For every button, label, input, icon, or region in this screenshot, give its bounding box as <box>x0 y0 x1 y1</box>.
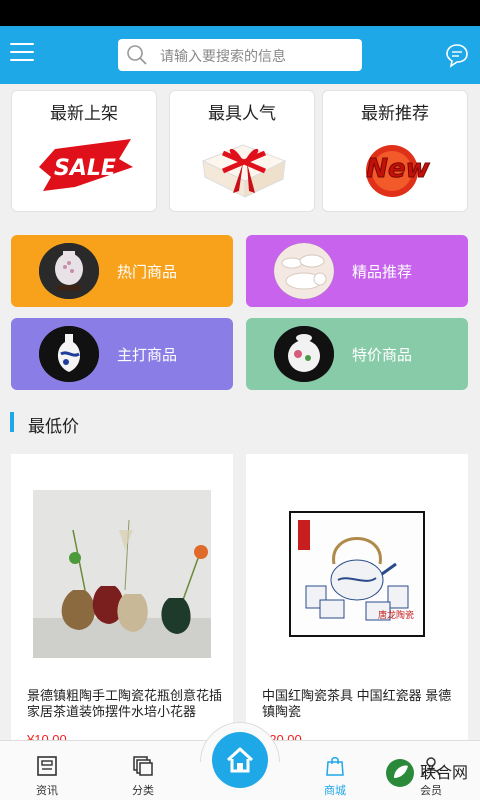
category-featured[interactable]: 主打商品 <box>11 318 233 390</box>
product-image: 唐龙陶瓷 <box>268 490 446 658</box>
tab-label: 商城 <box>324 785 346 797</box>
category-label: 精品推荐 <box>352 264 413 281</box>
category-icon <box>133 756 153 776</box>
category-label: 主打商品 <box>117 347 178 364</box>
watermark-text: 联合网 <box>420 763 468 782</box>
watermark-logo: 联合网 <box>384 756 474 790</box>
jar-thumbnail <box>274 326 334 382</box>
tab-category[interactable]: 分类 <box>108 741 178 800</box>
product-card[interactable]: 唐龙陶瓷 中国红陶瓷茶具 中国红瓷器 景德镇陶瓷 ¥20.00 <box>246 454 468 754</box>
svg-text:New: New <box>366 154 430 184</box>
tab-news[interactable]: 资讯 <box>12 741 82 800</box>
product-name: 景德镇粗陶手工陶瓷花瓶创意花插家居茶道装饰摆件水培小花器 <box>27 688 223 719</box>
gift-box-icon <box>201 144 287 198</box>
tab-shop[interactable]: 商城 <box>300 741 370 800</box>
tile-title: 最新上架 <box>50 104 118 123</box>
category-hot[interactable]: 热门商品 <box>11 235 233 307</box>
product-image <box>33 490 211 658</box>
category-label: 热门商品 <box>117 264 178 281</box>
svg-text:SALE: SALE <box>54 156 116 181</box>
home-button[interactable] <box>212 732 268 788</box>
section-accent-bar <box>10 412 14 432</box>
product-stamp-text: 唐龙陶瓷 <box>378 609 414 621</box>
shop-bag-icon <box>326 757 344 776</box>
vase-thumbnail <box>39 243 99 299</box>
search-input[interactable]: 请输入要搜索的信息 <box>118 39 362 71</box>
tile-title: 最新推荐 <box>361 104 429 123</box>
chat-icon[interactable] <box>444 42 470 68</box>
menu-icon[interactable] <box>10 43 34 65</box>
product-card[interactable]: 景德镇粗陶手工陶瓷花瓶创意花插家居茶道装饰摆件水培小花器 ¥10.00 <box>11 454 233 754</box>
category-discount[interactable]: 特价商品 <box>246 318 468 390</box>
sale-banner-icon: SALE <box>39 139 133 191</box>
tile-popular[interactable]: 最具人气 <box>169 90 315 212</box>
news-icon <box>37 756 57 776</box>
tab-label: 资讯 <box>36 785 58 797</box>
home-icon <box>226 747 254 773</box>
status-bar <box>0 0 480 26</box>
vase-thumbnail <box>39 326 99 382</box>
tile-recommend[interactable]: 最新推荐 New <box>322 90 468 212</box>
category-label: 特价商品 <box>352 347 413 364</box>
search-icon <box>127 45 147 65</box>
feature-tiles: 最新上架 SALE 最具人气 最新推荐 New <box>0 84 480 220</box>
tab-label: 分类 <box>132 785 154 797</box>
category-selected[interactable]: 精品推荐 <box>246 235 468 307</box>
product-name: 中国红陶瓷茶具 中国红瓷器 景德镇陶瓷 <box>262 688 452 719</box>
tile-title: 最具人气 <box>208 104 276 123</box>
app-header: 请输入要搜索的信息 <box>0 26 480 84</box>
tableware-thumbnail <box>274 243 334 299</box>
new-badge-icon: New <box>366 145 431 197</box>
search-placeholder: 请输入要搜索的信息 <box>160 48 286 64</box>
section-title: 最低价 <box>28 417 79 436</box>
tile-newest[interactable]: 最新上架 SALE <box>11 90 157 212</box>
